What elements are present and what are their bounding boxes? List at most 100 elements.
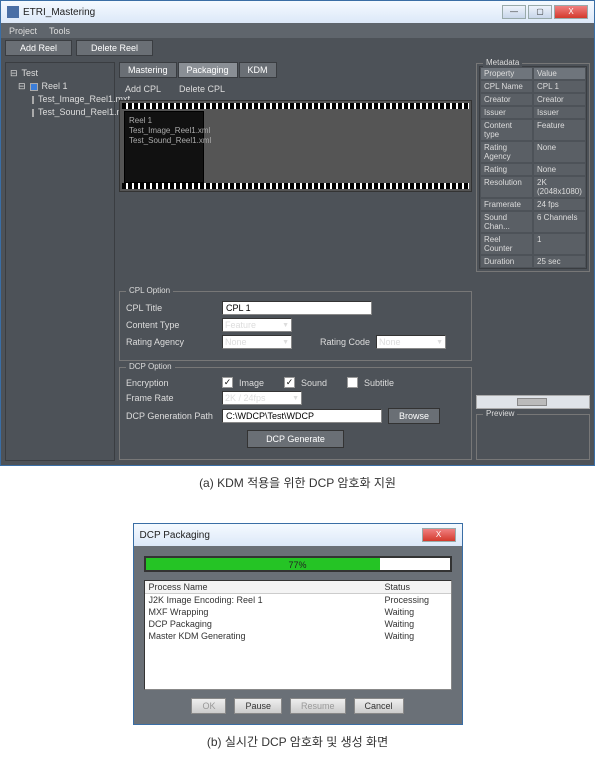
- metadata-row[interactable]: CreatorCreator: [480, 93, 586, 106]
- dcp-generate-button[interactable]: DCP Generate: [247, 430, 344, 448]
- metadata-row[interactable]: Sound Chan...6 Channels: [480, 211, 586, 233]
- dlg-window-buttons: X: [422, 528, 456, 542]
- tab-kdm[interactable]: KDM: [239, 62, 277, 78]
- rating-code-select[interactable]: None ▼: [376, 335, 446, 349]
- tree-reel-label: Reel 1: [42, 80, 68, 93]
- metadata-row[interactable]: RatingNone: [480, 163, 586, 176]
- cancel-button[interactable]: Cancel: [354, 698, 404, 714]
- minimize-button[interactable]: —: [502, 5, 526, 19]
- maximize-button[interactable]: ▢: [528, 5, 552, 19]
- right-panel: Metadata Property Value CPL NameCPL 1Cre…: [476, 62, 590, 461]
- encryption-label: Encryption: [126, 378, 216, 388]
- chevron-down-icon: ▼: [292, 395, 299, 402]
- chevron-down-icon: ▼: [436, 339, 443, 346]
- content-type-select[interactable]: Feature▼: [222, 318, 292, 332]
- metadata-row[interactable]: Content typeFeature: [480, 119, 586, 141]
- menubar: Project Tools: [1, 23, 594, 38]
- encrypt-sound-checkbox[interactable]: ✓: [284, 377, 295, 388]
- framerate-select[interactable]: 2K / 24fps▼: [222, 391, 302, 405]
- metadata-group: Metadata Property Value CPL NameCPL 1Cre…: [476, 63, 590, 272]
- horizontal-scrollbar[interactable]: [476, 395, 590, 409]
- metadata-row[interactable]: Rating AgencyNone: [480, 141, 586, 163]
- tab-mastering[interactable]: Mastering: [119, 62, 177, 78]
- menu-project[interactable]: Project: [9, 26, 37, 36]
- tabstrip: Mastering Packaging KDM: [119, 62, 472, 78]
- preview-group: Preview: [476, 414, 590, 460]
- dcp-legend: DCP Option: [126, 362, 175, 371]
- scrollbar-thumb[interactable]: [517, 398, 547, 406]
- cpl-title-label: CPL Title: [126, 303, 216, 313]
- meta-property: Issuer: [480, 106, 533, 119]
- reel-icon: [30, 83, 38, 91]
- process-row[interactable]: Master KDM GeneratingWaiting: [145, 630, 451, 642]
- process-row[interactable]: MXF WrappingWaiting: [145, 606, 451, 618]
- tree-panel: ⊟ Test ⊟ Reel 1 Test_Image_Reel1.mxf Tes…: [5, 62, 115, 461]
- close-button[interactable]: X: [554, 5, 588, 19]
- metadata-row[interactable]: Duration25 sec: [480, 255, 586, 268]
- tree-node-sound[interactable]: Test_Sound_Reel1.mxf: [10, 106, 110, 119]
- minus-icon: ⊟: [18, 80, 26, 93]
- film-strip-area[interactable]: Reel 1 Test_Image_Reel1.xml Test_Sound_R…: [119, 100, 472, 192]
- meta-value: 6 Channels: [533, 211, 586, 233]
- chevron-down-icon: ▼: [282, 339, 289, 346]
- process-row[interactable]: DCP PackagingWaiting: [145, 618, 451, 630]
- delete-reel-button[interactable]: Delete Reel: [76, 40, 153, 56]
- tree-node-reel[interactable]: ⊟ Reel 1: [10, 80, 110, 93]
- metadata-legend: Metadata: [483, 58, 522, 67]
- tree-sound-label: Test_Sound_Reel1.mxf: [38, 106, 131, 119]
- process-list[interactable]: Process Name Status J2K Image Encoding: …: [144, 580, 452, 690]
- metadata-row[interactable]: IssuerIssuer: [480, 106, 586, 119]
- browse-button[interactable]: Browse: [388, 408, 440, 424]
- content-type-label: Content Type: [126, 320, 216, 330]
- menu-tools[interactable]: Tools: [49, 26, 70, 36]
- add-reel-button[interactable]: Add Reel: [5, 40, 72, 56]
- rating-agency-select[interactable]: None▼: [222, 335, 292, 349]
- pause-button[interactable]: Pause: [234, 698, 282, 714]
- client-area: ⊟ Test ⊟ Reel 1 Test_Image_Reel1.mxf Tes…: [1, 58, 594, 465]
- meta-property: Rating: [480, 163, 533, 176]
- meta-value: 1: [533, 233, 586, 255]
- encrypt-image-checkbox[interactable]: ✓: [222, 377, 233, 388]
- metadata-row[interactable]: Framerate24 fps: [480, 198, 586, 211]
- tab-packaging[interactable]: Packaging: [178, 62, 238, 78]
- meta-property: Framerate: [480, 198, 533, 211]
- rating-code-value: None: [379, 337, 401, 347]
- dlg-titlebar[interactable]: DCP Packaging X: [134, 524, 462, 546]
- dlg-buttons: OK Pause Resume Cancel: [144, 698, 452, 714]
- titlebar[interactable]: ETRI_Mastering — ▢ X: [1, 1, 594, 23]
- progress-label: 77%: [146, 558, 450, 570]
- metadata-row[interactable]: CPL NameCPL 1: [480, 80, 586, 93]
- meta-value: Creator: [533, 93, 586, 106]
- meta-property: Creator: [480, 93, 533, 106]
- film-card-sound: Test_Sound_Reel1.xml: [129, 136, 199, 146]
- content-type-value: Feature: [225, 320, 256, 330]
- center-panel: Mastering Packaging KDM Add CPL Delete C…: [119, 62, 472, 461]
- film-reel-card[interactable]: Reel 1 Test_Image_Reel1.xml Test_Sound_R…: [124, 111, 204, 183]
- delete-cpl-button[interactable]: Delete CPL: [179, 84, 225, 94]
- cpl-title-input[interactable]: [222, 301, 372, 315]
- metadata-row[interactable]: Resolution2K (2048x1080): [480, 176, 586, 198]
- meta-value: None: [533, 163, 586, 176]
- process-name: Master KDM Generating: [145, 630, 381, 642]
- tree-node-root[interactable]: ⊟ Test: [10, 67, 110, 80]
- dlg-close-button[interactable]: X: [422, 528, 456, 542]
- meta-value: Feature: [533, 119, 586, 141]
- metadata-row[interactable]: Reel Counter1: [480, 233, 586, 255]
- ok-button[interactable]: OK: [191, 698, 226, 714]
- meta-property: Rating Agency: [480, 141, 533, 163]
- dcp-path-input[interactable]: [222, 409, 382, 423]
- minus-icon: ⊟: [10, 67, 18, 80]
- dlg-body: 77% Process Name Status J2K Image Encodi…: [134, 546, 462, 724]
- process-row[interactable]: J2K Image Encoding: Reel 1Processing: [145, 594, 451, 606]
- encrypt-subtitle-checkbox[interactable]: [347, 377, 358, 388]
- tree-node-image[interactable]: Test_Image_Reel1.mxf: [10, 93, 110, 106]
- reel-toolbar: Add Reel Delete Reel: [1, 38, 594, 58]
- meta-value: CPL 1: [533, 80, 586, 93]
- main-window: ETRI_Mastering — ▢ X Project Tools Add R…: [0, 0, 595, 466]
- file-icon: [32, 109, 34, 117]
- film-card-title: Reel 1: [129, 116, 199, 126]
- resume-button[interactable]: Resume: [290, 698, 346, 714]
- add-cpl-button[interactable]: Add CPL: [125, 84, 161, 94]
- meta-property: Resolution: [480, 176, 533, 198]
- packaging-dialog: DCP Packaging X 77% Process Name Status …: [133, 523, 463, 725]
